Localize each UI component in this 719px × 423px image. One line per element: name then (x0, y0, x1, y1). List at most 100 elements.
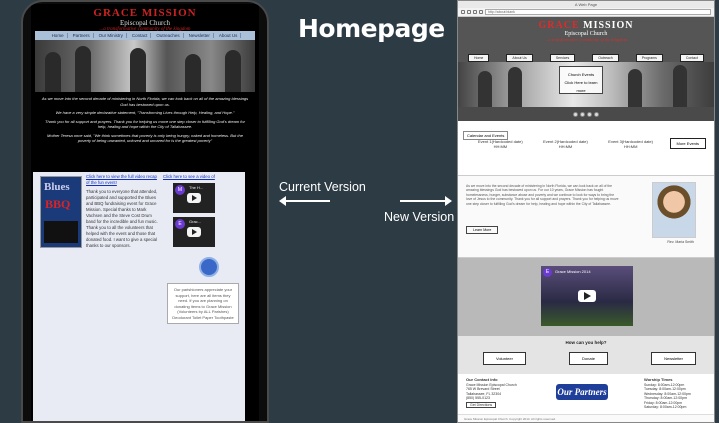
current-nav-partners[interactable]: Partners (70, 33, 94, 38)
current-nav-ministry[interactable]: Our Ministry (96, 33, 127, 38)
help-question: How can you help? (565, 340, 607, 345)
right-arrow-icon (400, 196, 452, 206)
musician-figure (478, 71, 492, 107)
musician-figure (508, 67, 522, 107)
learn-more-button[interactable]: Learn More (466, 226, 499, 235)
get-directions-button[interactable]: Get Directions (466, 401, 497, 408)
newsletter-button[interactable]: Newsletter (651, 352, 696, 365)
close-icon[interactable] (473, 10, 477, 14)
current-event-column: Click here to view the full video recap … (86, 174, 158, 249)
channel-avatar-icon: M (175, 185, 185, 195)
musician-figure (75, 46, 91, 92)
new-tagline: ...a transformative community of the kin… (545, 37, 627, 42)
hero-cta-box[interactable]: Church Events Click Here to learn more (559, 66, 603, 94)
blues-bbq-poster[interactable]: Blues BBQ (40, 176, 82, 248)
current-version-device: GRACE MISSION Episcopal Church ...a tran… (21, 0, 269, 423)
carousel-dot[interactable] (594, 111, 599, 117)
nav-outreach[interactable]: Outreach (592, 54, 619, 62)
current-nav-contact[interactable]: Contact (129, 33, 152, 38)
nav-programs[interactable]: Programs (635, 54, 663, 62)
nav-services[interactable]: Services (549, 54, 576, 62)
play-icon[interactable] (187, 193, 201, 203)
browser-title: A Web Page (458, 1, 714, 8)
musician-figure (130, 48, 146, 92)
new-nav: Home About Us Services Outreach Programs… (468, 54, 704, 62)
video-thumbnail[interactable]: E Grac... (173, 217, 215, 247)
copyright: Grace Mission Episcopal Church. Copyrigh… (458, 414, 714, 422)
current-intro-text: As we move into the second decade of min… (31, 92, 259, 151)
volunteer-button[interactable]: Volunteer (483, 352, 526, 365)
event-thanks-text: Thank you to everyone that attended, par… (86, 189, 158, 248)
intro-paragraph: Thank you for all support and prayers. T… (45, 118, 245, 130)
musician-figure (225, 50, 241, 92)
welcome-text: As we move into the second decade of min… (466, 184, 619, 206)
poster-subtitle: BBQ (45, 197, 71, 211)
video-title: The H... (189, 185, 204, 190)
more-events-button[interactable]: More Events (669, 138, 706, 149)
musician-figure (45, 52, 61, 92)
current-nav-home[interactable]: Home (49, 33, 68, 38)
pastor-photo (652, 182, 696, 238)
event-item[interactable]: Event 2(Hardcoded date) HH:MM (543, 139, 588, 149)
page-title: Homepage (298, 14, 445, 43)
current-nav-newsletter[interactable]: Newsletter (186, 33, 214, 38)
video-recap-link[interactable]: Click here to view the full video recap … (86, 174, 158, 186)
channel-avatar-icon: E (543, 268, 552, 277)
contact-line: (850) 555-0123 (466, 396, 490, 400)
left-arrow-icon (279, 196, 330, 206)
contact-info: Our Contact Info Grace Mission Episcopal… (466, 377, 526, 408)
intro-paragraph: Mother Teresa once said, "We think somet… (47, 132, 243, 144)
featured-video[interactable]: E Grace Mission 2014 (541, 266, 633, 326)
current-body-section: Blues BBQ Click here to view the full vi… (33, 172, 245, 421)
home-icon[interactable] (479, 10, 483, 14)
video-thumbnail[interactable]: M The H... (173, 183, 215, 213)
nav-contact[interactable]: Contact (679, 54, 704, 62)
musician-figure (628, 69, 642, 107)
musician-figure (673, 65, 687, 107)
our-partners-logo[interactable]: Our Partners (556, 384, 608, 400)
back-icon[interactable] (461, 10, 465, 14)
welcome-section: As we move into the second decade of min… (458, 176, 714, 258)
donate-button[interactable]: Donate (569, 352, 608, 365)
carousel-dots (458, 107, 714, 121)
forward-icon[interactable] (467, 10, 471, 14)
event-item[interactable]: Event 3(Hardcoded date) HH:MM (608, 139, 653, 149)
carousel-dot[interactable] (580, 111, 585, 117)
worship-times: Worship Times Sunday: 8:00am-12:00pm Tue… (644, 377, 704, 410)
donation-needs-box: Our parishioners appreciate your support… (167, 283, 239, 324)
nav-about-us[interactable]: About Us (506, 54, 533, 62)
new-version-label: New Version (384, 210, 455, 224)
carousel-dot[interactable] (587, 111, 592, 117)
donate-badge-icon[interactable] (199, 257, 219, 277)
worship-line: Saturday: 8:00am-12:00pm (644, 405, 687, 409)
current-brand: GRACE MISSION Episcopal Church ...a tran… (31, 4, 259, 32)
help-section: How can you help? Volunteer Donate Newsl… (458, 336, 714, 374)
event-time: HH:MM (493, 144, 508, 149)
help-buttons: Volunteer Donate Newsletter (483, 352, 696, 365)
current-nav-outreaches[interactable]: Outreaches (153, 33, 184, 38)
calendar-section: Calendar and Events Event 1(Hardcoded da… (458, 121, 714, 176)
video-title: Grac... (189, 219, 202, 224)
url-field[interactable]: http://about:blank (485, 9, 711, 15)
current-nav: Home Partners Our Ministry Contact Outre… (35, 31, 255, 40)
event-time: HH:MM (623, 144, 638, 149)
carousel-dot[interactable] (573, 111, 578, 117)
play-icon[interactable] (187, 227, 201, 237)
nav-home[interactable]: Home (468, 54, 490, 62)
video-section: E Grace Mission 2014 (458, 258, 714, 336)
musician-figure (185, 54, 201, 92)
current-church-name: GRACE MISSION (93, 7, 197, 19)
play-icon[interactable] (578, 290, 596, 302)
video-title: Grace Mission 2014 (555, 269, 591, 274)
new-church-name: GRACE MISSION (458, 20, 714, 31)
current-hero-image (35, 40, 255, 92)
poster-band-photo (44, 221, 78, 243)
new-version-browser: A Web Page http://about:blank GRACE MISS… (457, 0, 715, 423)
event-item[interactable]: Event 1(Hardcoded date) HH:MM (478, 139, 523, 149)
intro-paragraph: We have a very simple declarative statem… (55, 110, 235, 115)
current-nav-about[interactable]: About Us (216, 33, 242, 38)
side-video-link[interactable]: Click here to see a video of (163, 174, 243, 179)
channel-avatar-icon: E (175, 219, 185, 229)
current-church-sub: Episcopal Church (120, 19, 170, 27)
current-sidebar: Click here to see a video of M The H... … (163, 174, 243, 324)
